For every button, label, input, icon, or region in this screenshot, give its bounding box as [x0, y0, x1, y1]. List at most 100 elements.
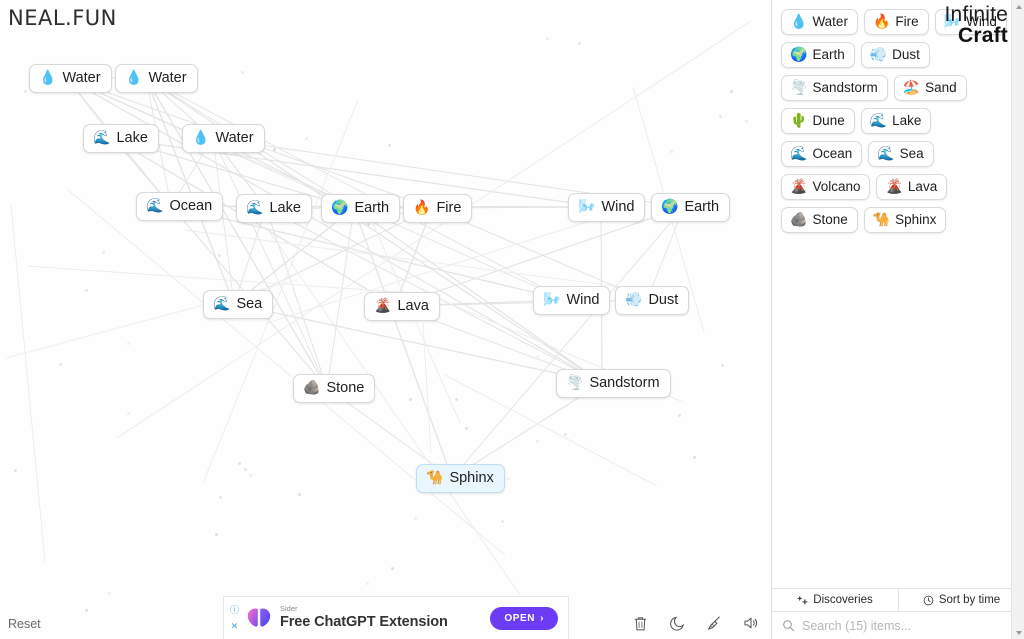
canvas-node[interactable]: 🌍 Earth [651, 193, 731, 222]
sidebar-item-label: Sphinx [895, 212, 937, 227]
canvas-node-label: Lake [269, 200, 301, 216]
chevron-right-icon: › [540, 612, 544, 624]
canvas-node[interactable]: 💨 Dust [615, 286, 690, 315]
sidebar-item-label: Volcano [812, 179, 861, 194]
tab-discoveries-label: Discoveries [813, 594, 873, 606]
sandstorm-icon: 🌪️ [566, 375, 584, 391]
sidebar-item-sea[interactable]: 🌊 Sea [868, 141, 934, 167]
canvas-node-label: Lake [116, 130, 148, 146]
ad-banner: ⓘ ✕ Sider Free ChatGPT Extension OPEN › [223, 596, 569, 639]
sidebar-item-fire[interactable]: 🔥 Fire [863, 9, 929, 35]
sea-icon: 🌊 [877, 145, 895, 162]
sidebar-item-sphinx[interactable]: 🐪 Sphinx [863, 207, 947, 233]
sidebar-item-label: Dune [812, 113, 845, 128]
canvas-node-label: Lava [397, 298, 429, 314]
water-icon: 💧 [125, 70, 143, 86]
canvas-node-label: Water [215, 130, 254, 146]
clock-icon [923, 595, 934, 605]
canvas-node[interactable]: 💧 Water [115, 64, 198, 93]
infinite-craft-app: NEAL.FUN 💧 Water 💧 Water 🌊 Lake 💧 Water 🌊 Ocean 🌊 L… [0, 0, 1024, 639]
sidebar-item-label: Water [812, 14, 848, 29]
earth-icon: 🌍 [790, 46, 808, 63]
canvas-node-label: Earth [354, 200, 390, 216]
search-icon [783, 620, 795, 632]
ad-info-icon[interactable]: ⓘ [230, 605, 239, 615]
tab-sort-by-time[interactable]: Sort by time [898, 589, 1024, 611]
search-input[interactable] [802, 618, 1014, 633]
lake-icon: 🌊 [93, 130, 111, 146]
sidebar-item-volcano[interactable]: 🌋 Volcano [781, 174, 871, 200]
canvas-node[interactable]: 🌊 Lake [83, 124, 159, 153]
scrollbar-up-arrow[interactable] [1012, 0, 1024, 13]
element-list: 💧 Water 🔥 Fire 🌬️ Wind 🌍 Earth 💨 Dust 🌪️ Sandstorm 🏖… [772, 0, 1024, 588]
dust-icon: 💨 [869, 46, 888, 63]
canvas-node-label: Water [148, 70, 187, 86]
sidebar-item-lake[interactable]: 🌊 Lake [860, 108, 932, 134]
sidebar-item-stone[interactable]: 🪨 Stone [781, 207, 858, 233]
sider-brain-logo [244, 605, 274, 631]
sidebar-item-dust[interactable]: 💨 Dust [860, 42, 930, 68]
sidebar-item-lava[interactable]: 🌋 Lava [876, 174, 948, 200]
sidebar-item-dune[interactable]: 🌵 Dune [781, 108, 855, 134]
broom-icon[interactable] [703, 612, 725, 634]
ad-open-button[interactable]: OPEN › [490, 606, 558, 630]
sidebar-item-water[interactable]: 💧 Water [781, 9, 858, 35]
canvas-node[interactable]: 🌬️ Wind [533, 286, 611, 315]
sidebar-item-label: Earth [812, 47, 845, 62]
ad-open-label: OPEN [504, 612, 536, 624]
canvas-node[interactable]: 🌊 Lake [236, 194, 312, 223]
neal-fun-logo[interactable]: NEAL.FUN [8, 6, 117, 30]
speaker-icon[interactable] [740, 612, 762, 634]
canvas-node[interactable]: 🔥 Fire [403, 194, 473, 223]
page-scrollbar[interactable] [1011, 0, 1024, 639]
ad-brand: Sider [280, 604, 298, 614]
canvas-node[interactable]: 🌋 Lava [364, 292, 440, 321]
sparkle-icon [797, 595, 808, 604]
fire-icon: 🔥 [872, 13, 891, 30]
canvas-node[interactable]: 🐪 Sphinx [416, 464, 505, 493]
logo-line-2: Craft [957, 24, 1008, 47]
lake-icon: 🌊 [246, 200, 264, 216]
canvas-node[interactable]: 💧 Water [182, 124, 265, 153]
sidebar-item-label: Fire [895, 14, 919, 29]
volcano-icon: 🌋 [790, 178, 808, 195]
wind-icon: 🌬️ [578, 199, 596, 215]
elements-sidebar: 💧 Water 🔥 Fire 🌬️ Wind 🌍 Earth 💨 Dust 🌪️ Sandstorm 🏖… [771, 0, 1024, 639]
canvas-node[interactable]: 🌍 Earth [321, 194, 401, 223]
canvas-node-label: Ocean [169, 198, 213, 214]
sidebar-item-sand[interactable]: 🏖️ Sand [893, 75, 967, 101]
sidebar-search-row[interactable] [772, 612, 1024, 639]
canvas-node-label: Wind [566, 292, 600, 308]
canvas-node[interactable]: 🌪️ Sandstorm [556, 369, 671, 398]
wind-icon: 🌬️ [543, 292, 561, 308]
reset-button[interactable]: Reset [8, 617, 41, 631]
sidebar-item-label: Sand [925, 80, 957, 95]
sidebar-item-earth[interactable]: 🌍 Earth [781, 42, 855, 68]
water-icon: 💧 [192, 130, 210, 146]
canvas-node[interactable]: 🌊 Ocean [136, 192, 224, 221]
crafting-canvas[interactable]: NEAL.FUN 💧 Water 💧 Water 🌊 Lake 💧 Water 🌊 Ocean 🌊 L… [0, 0, 771, 639]
earth-icon: 🌍 [661, 199, 679, 215]
trash-icon[interactable] [629, 612, 651, 634]
moon-icon[interactable] [666, 612, 688, 634]
sidebar-item-label: Sandstorm [812, 80, 878, 95]
sidebar-item-sandstorm[interactable]: 🌪️ Sandstorm [781, 75, 888, 101]
sidebar-tabs: Discoveries Sort by time [772, 588, 1024, 612]
sea-icon: 🌊 [213, 296, 231, 312]
canvas-node[interactable]: 💧 Water [29, 64, 112, 93]
canvas-node[interactable]: 🪨 Stone [293, 374, 376, 403]
stone-icon: 🪨 [790, 211, 808, 228]
canvas-node-label: Stone [326, 380, 365, 396]
sidebar-item-label: Dust [892, 47, 920, 62]
canvas-node-label: Wind [601, 199, 635, 215]
ad-close-icon[interactable]: ✕ [231, 621, 239, 631]
tab-discoveries[interactable]: Discoveries [772, 589, 898, 611]
scrollbar-down-arrow[interactable] [1012, 626, 1024, 639]
canvas-node[interactable]: 🌬️ Wind [568, 193, 646, 222]
ad-controls: ⓘ ✕ [224, 597, 242, 639]
lava-icon: 🌋 [374, 298, 392, 314]
canvas-node[interactable]: 🌊 Sea [203, 290, 274, 319]
sidebar-item-label: Sea [899, 146, 924, 161]
earth-icon: 🌍 [331, 200, 349, 216]
sidebar-item-ocean[interactable]: 🌊 Ocean [781, 141, 863, 167]
